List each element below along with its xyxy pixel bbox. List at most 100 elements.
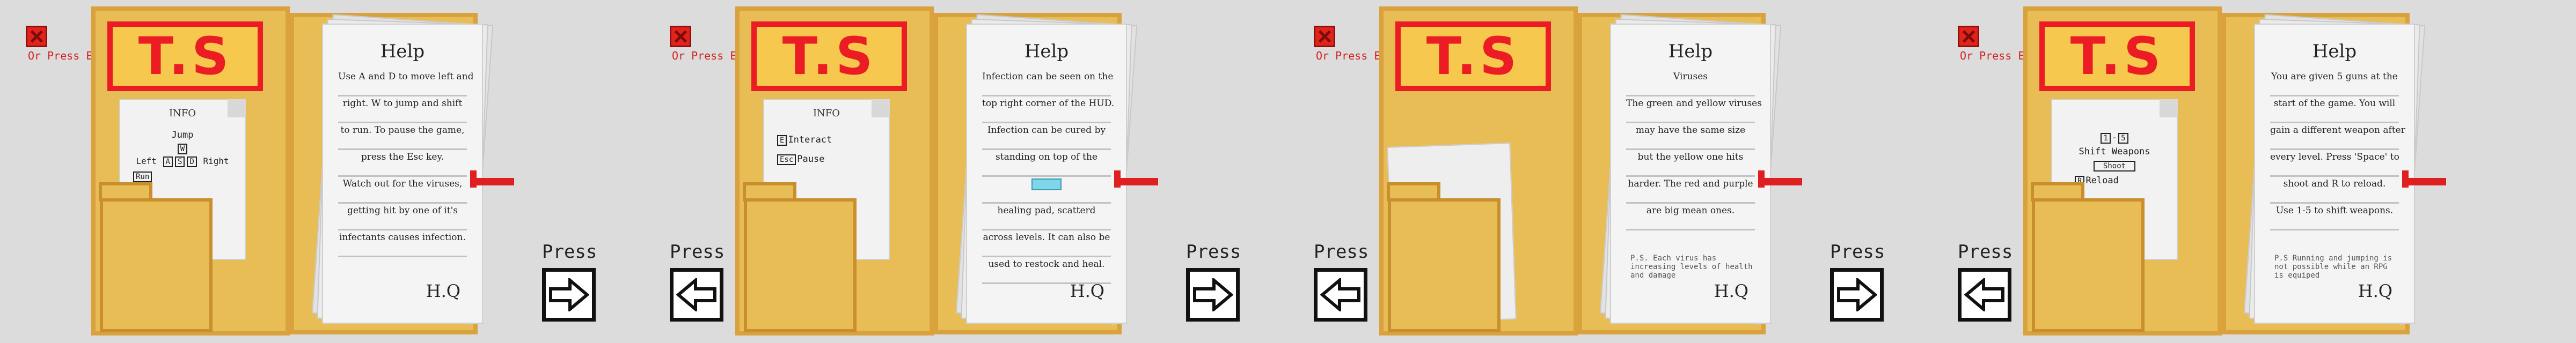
ps-note: P.S Running and jumping is not possible … — [2274, 254, 2392, 280]
close-button[interactable] — [1958, 26, 1979, 47]
jump-label: Jump — [171, 130, 194, 140]
ts-logo: T.S — [107, 21, 263, 91]
logo-text: T.S — [1426, 26, 1520, 86]
help-line: across levels. It can also be — [982, 230, 1111, 257]
help-line: healing pad, scatterd — [982, 204, 1111, 230]
arrow-right-icon — [1193, 278, 1233, 311]
inner-folder — [100, 198, 213, 332]
arrow-right-icon — [1837, 278, 1877, 311]
arrow-left-icon — [1320, 278, 1360, 311]
next-button[interactable] — [1186, 268, 1240, 322]
ps-note: P.S. Each virus has increasing levels of… — [1630, 254, 1753, 280]
ts-logo: T.S — [1395, 21, 1551, 91]
prev-button[interactable] — [1958, 268, 2011, 322]
reload-label: Reload — [2085, 175, 2119, 186]
help-page-2: Or Press Esc Press T.S INFO E Interact Es… — [644, 0, 1288, 343]
prev-press-label: Press — [1314, 241, 1369, 263]
page-fold — [2160, 99, 2178, 117]
help-line: Use A and D to move left and — [338, 70, 474, 96]
help-line: may have the same size — [1626, 123, 1755, 150]
signature: H.Q — [2358, 281, 2392, 301]
logo-text: T.S — [2070, 26, 2164, 86]
logo-text: T.S — [782, 26, 876, 86]
help-line: used to restock and heal. — [982, 257, 1111, 284]
key-w: W — [177, 144, 188, 154]
next-press-label: Press — [1830, 241, 1885, 263]
inner-folder — [744, 198, 857, 332]
info-title: INFO — [813, 108, 840, 119]
help-line: press the Esc key. — [338, 150, 467, 177]
key-s: S — [174, 156, 185, 167]
help-paper: Help Infection can be seen on the top ri… — [966, 24, 1127, 324]
interact-label: Interact — [788, 135, 832, 145]
help-title: Help — [1668, 41, 1713, 62]
help-line: getting hit by one of it's — [338, 204, 467, 230]
help-line: gain a different weapon after — [2270, 123, 2405, 150]
run-key: Run — [133, 172, 152, 182]
help-line: right. W to jump and shift — [338, 96, 467, 123]
help-line: start of the game. You will — [2270, 96, 2399, 123]
help-subtitle: Viruses — [1626, 70, 1755, 96]
paper-clip — [471, 178, 514, 185]
next-press-label: Press — [1186, 241, 1241, 263]
space-key: Shoot — [2093, 161, 2136, 172]
help-line: standing on top of the — [982, 150, 1111, 177]
key-e: E — [777, 135, 787, 146]
help-line: infectants causes infection. — [338, 230, 467, 257]
arrow-right-icon — [549, 278, 589, 311]
left-label: Left — [136, 156, 157, 166]
key-d: D — [187, 156, 197, 167]
prev-button[interactable] — [670, 268, 723, 322]
shift-weapons-label: Shift Weapons — [2079, 146, 2150, 157]
signature: H.Q — [426, 281, 460, 301]
help-page-3: Or Press Esc Press T.S Help Viruses The … — [1288, 0, 1932, 343]
prev-press-label: Press — [1958, 241, 2013, 263]
help-line: top right corner of the HUD. — [982, 96, 1114, 123]
help-line: are big mean ones. — [1626, 204, 1755, 230]
arrow-left-icon — [676, 278, 716, 311]
close-button[interactable] — [26, 26, 47, 47]
inner-folder — [1388, 198, 1501, 332]
help-paper: Help You are given 5 guns at the start o… — [2254, 24, 2415, 324]
info-title: INFO — [169, 108, 196, 119]
next-button[interactable] — [1830, 268, 1884, 322]
help-page-1: Or Press Esc T.S INFO Jump W Left ASD Ri… — [0, 0, 644, 343]
next-press-label: Press — [542, 241, 597, 263]
help-paper: Help Viruses The green and yellow viruse… — [1610, 24, 1771, 324]
logo-text: T.S — [138, 26, 232, 86]
help-line: Watch out for the viruses, — [338, 177, 467, 204]
ts-logo: T.S — [2039, 21, 2195, 91]
help-line: Infection can be seen on the — [982, 70, 1113, 96]
help-title: Help — [1024, 41, 1069, 62]
signature: H.Q — [1714, 281, 1748, 301]
key-esc: Esc — [777, 154, 796, 165]
pause-label: Pause — [797, 154, 825, 165]
close-button[interactable] — [1314, 26, 1335, 47]
prev-button[interactable] — [1314, 268, 1367, 322]
next-button[interactable] — [542, 268, 596, 322]
help-line: but the yellow one hits — [1626, 150, 1755, 177]
help-paper: Help Use A and D to move left and right.… — [322, 24, 483, 324]
help-line: harder. The red and purple — [1626, 177, 1755, 204]
paper-clip — [1115, 178, 1158, 185]
close-button[interactable] — [670, 26, 691, 47]
key-1: 1 — [2101, 133, 2111, 144]
help-line: You are given 5 guns at the — [2270, 70, 2399, 96]
help-line: The green and yellow viruses — [1626, 96, 1762, 123]
paper-clip — [1759, 178, 1802, 185]
help-page-4: Or Press Esc Press T.S 1-5 Shift Weapons… — [1932, 0, 2576, 343]
help-line: Use 1-5 to shift weapons. — [2270, 204, 2399, 230]
help-line: to run. To pause the game, — [338, 123, 467, 150]
signature: H.Q — [1070, 281, 1104, 301]
help-line: Infection can be cured by — [982, 123, 1111, 150]
key-a: A — [163, 156, 173, 167]
right-label: Right — [203, 156, 229, 166]
help-line: shoot and R to reload. — [2270, 177, 2399, 204]
paper-clip — [2403, 178, 2446, 185]
inner-folder — [2032, 198, 2145, 332]
help-line — [982, 177, 1111, 204]
healing-pad-icon — [1031, 178, 1062, 190]
prev-press-label: Press — [670, 241, 725, 263]
help-title: Help — [2312, 41, 2357, 62]
arrow-left-icon — [1964, 278, 2004, 311]
